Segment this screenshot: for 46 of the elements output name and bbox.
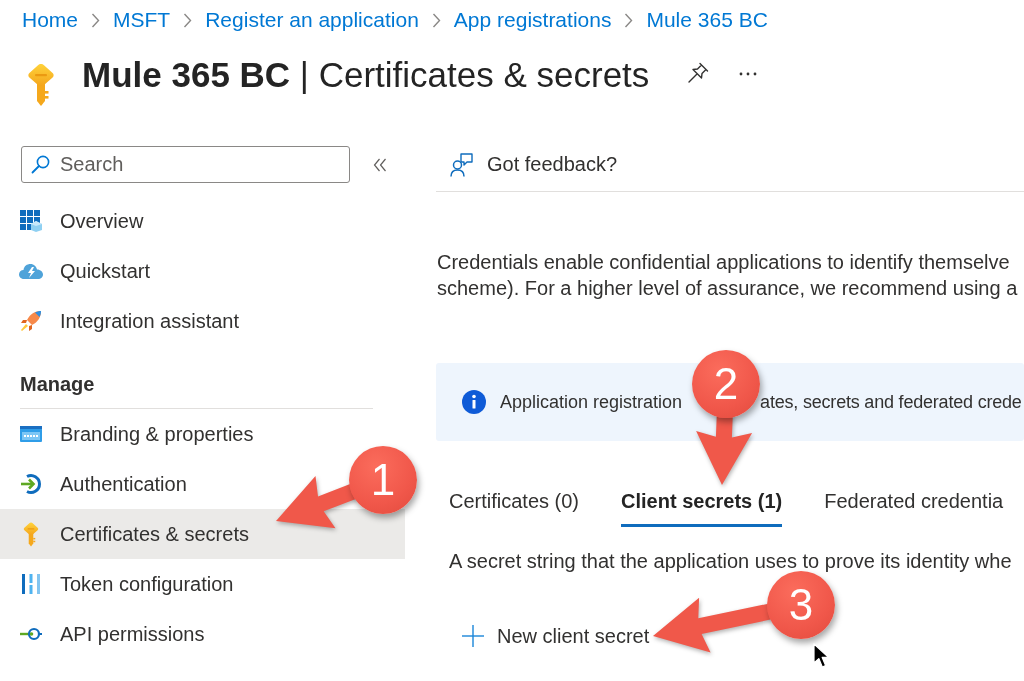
tab[interactable]: Federated credentia <box>824 477 1004 527</box>
banner-text: ates, secrets and federated crede <box>760 391 1022 414</box>
sidebar-item[interactable]: Certificates & secrets <box>0 509 405 559</box>
breadcrumb-link[interactable]: Home <box>22 8 79 32</box>
breadcrumb-link[interactable]: Mule 365 BC <box>646 8 768 32</box>
sidebar-item[interactable]: Quickstart <box>0 246 151 296</box>
more-icon[interactable] <box>739 72 758 76</box>
tab[interactable]: Certificates (0) <box>449 477 580 527</box>
search-icon <box>31 155 50 174</box>
grid-icon <box>20 210 42 232</box>
feedback-button[interactable]: Got feedback? <box>450 152 618 177</box>
step-number-badge: 1 <box>349 446 417 514</box>
breadcrumb-link[interactable]: MSFT <box>113 8 171 32</box>
breadcrumb-link[interactable]: App registrations <box>453 8 612 32</box>
sidebar-item[interactable]: Overview <box>0 196 144 246</box>
rocket-icon <box>20 310 42 332</box>
chevron-right-icon <box>91 12 101 28</box>
chevron-right-icon <box>431 12 441 28</box>
banner-text: Application registration <box>500 391 683 414</box>
page-title: Mule 365 BC | Certificates & secrets <box>82 55 650 95</box>
sidebar-item[interactable]: API permissions <box>0 609 205 659</box>
circular-arrow-icon <box>20 473 42 495</box>
plus-icon <box>462 625 484 647</box>
sidebar-item[interactable]: Integration assistant <box>0 296 239 346</box>
chevron-right-icon <box>183 12 193 28</box>
person-speech-icon <box>450 152 473 177</box>
breadcrumb-link[interactable]: Register an application <box>205 8 419 32</box>
browser-window-icon <box>20 425 42 443</box>
cloud-icon <box>19 262 43 280</box>
sidebar-item[interactable]: Branding & properties <box>0 409 254 459</box>
sidebar-item[interactable]: Authentication <box>0 459 187 509</box>
step-number-badge: 3 <box>767 571 835 639</box>
connector-icon <box>20 627 42 641</box>
bars-icon <box>20 573 42 595</box>
chevron-right-icon <box>624 12 634 28</box>
collapse-icon[interactable] <box>373 157 387 172</box>
section-heading: Manage <box>20 372 95 396</box>
key-icon <box>27 63 55 107</box>
sidebar-item[interactable]: Token configuration <box>0 559 234 609</box>
key-icon <box>23 521 39 547</box>
info-icon <box>462 390 486 414</box>
new-client-secret-button[interactable]: New client secret <box>462 624 650 648</box>
description-text: Credentials enable confidential applications to identify themselve scheme). For a higher level of assurance, we recommend using a <box>436 250 1018 301</box>
pin-icon[interactable] <box>687 62 710 84</box>
search-field[interactable]: Search <box>21 146 350 183</box>
tab-description-text: A secret string that the application uses to prove its identity whe <box>449 549 1012 573</box>
